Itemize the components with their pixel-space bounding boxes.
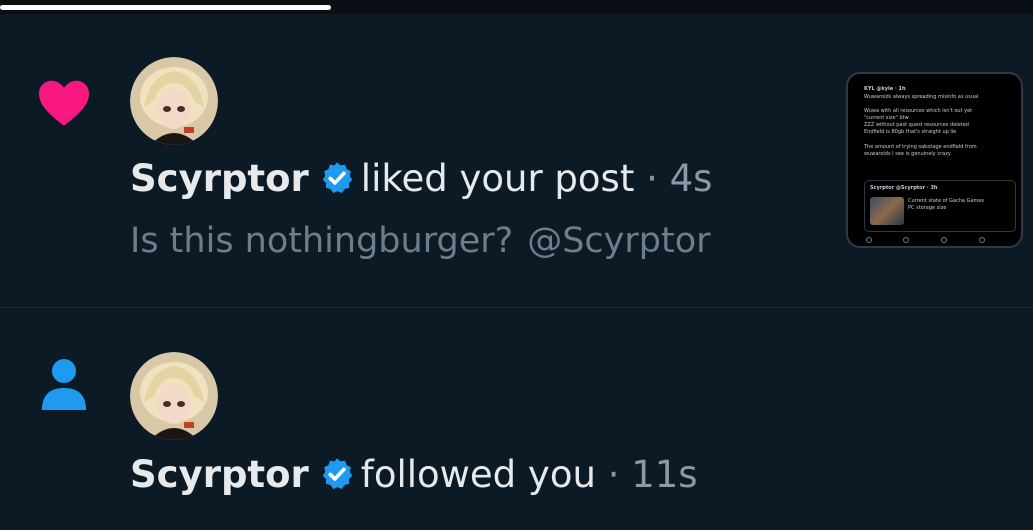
quoted-post: Scyrptor @Scyrptor · 3h Current state of… [864, 180, 1016, 232]
user-name[interactable]: Scyrptor [130, 453, 309, 496]
preview-line: The amount of trying sabotage endfield f… [864, 144, 977, 150]
top-progress-bar [0, 0, 1033, 14]
preview-line: Endfield is 80gb that's straight up lie [864, 129, 957, 135]
preview-line: Wuwa with all resources which isn't out … [864, 108, 973, 114]
avatar[interactable] [130, 57, 218, 145]
post-text: Is this nothingburger? [130, 221, 514, 261]
preview-line: ZZZ without past quest resources deleted [864, 122, 969, 128]
post-excerpt[interactable]: Is this nothingburger? @Scyrptor [130, 219, 711, 263]
separator-dot: · [607, 453, 620, 496]
notification-follow[interactable]: Scyrptor followed you · 11s [0, 307, 1033, 530]
heart-icon [39, 80, 89, 126]
preview-line: wuwaroids I see is genuinely crazy [864, 151, 951, 157]
post-preview-thumbnail[interactable]: KYL @kyle · 1h Wuwaroids always spreadin… [846, 72, 1023, 248]
timestamp: 4s [669, 157, 713, 200]
top-progress-fill [0, 5, 331, 10]
avatar[interactable] [130, 352, 218, 440]
separator-dot: · [646, 157, 658, 200]
preview-line: "current size" btw [864, 115, 909, 121]
verified-badge-icon [322, 162, 353, 193]
preview-line: Current state of Gacha Games [908, 198, 985, 204]
preview-line: Scyrptor @Scyrptor · 3h [870, 185, 938, 191]
timestamp: 11s [631, 453, 698, 496]
preview-line: KYL @kyle · 1h [864, 86, 906, 92]
preview-line: Wuwaroids always spreading misinfo as us… [864, 94, 979, 100]
verified-badge-icon [322, 458, 353, 489]
preview-action-icons [866, 237, 985, 243]
post-mention[interactable]: @Scyrptor [527, 221, 710, 261]
preview-line: PC storage size [908, 205, 947, 211]
action-text: liked your post [360, 157, 635, 200]
notification-line: Scyrptor liked your post · 4s [130, 157, 712, 201]
quoted-image [870, 197, 904, 225]
action-text: followed you [360, 453, 596, 496]
person-icon [42, 359, 86, 410]
user-name[interactable]: Scyrptor [130, 157, 309, 200]
notifications-page: Scyrptor liked your post · 4s Is this no… [0, 0, 1033, 530]
notification-line: Scyrptor followed you · 11s [130, 453, 698, 497]
notification-like[interactable]: Scyrptor liked your post · 4s Is this no… [0, 14, 1033, 307]
